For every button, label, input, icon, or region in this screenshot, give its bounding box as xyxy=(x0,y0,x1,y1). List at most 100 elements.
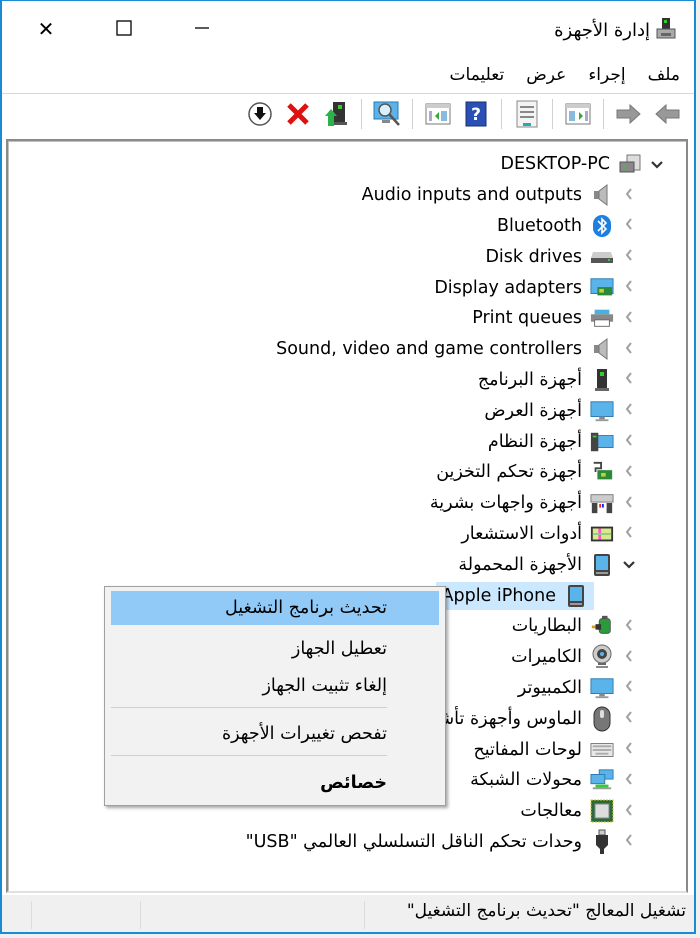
uninstall-device-button[interactable] xyxy=(282,98,314,130)
show-hide-console-tree-button[interactable] xyxy=(562,98,594,130)
disable-device-button[interactable] xyxy=(244,98,276,130)
tree-item-label: Disk drives xyxy=(485,246,582,267)
status-separator xyxy=(364,901,365,929)
window-title: إدارة الأجهزة xyxy=(554,17,676,44)
tree-item-label: أجهزة البرنامج xyxy=(477,369,582,390)
menu-view[interactable]: عرض xyxy=(526,65,566,85)
status-text: تشغيل المعالج "تحديث برنامج التشغيل" xyxy=(406,901,686,921)
menu-help[interactable]: تعليمات xyxy=(450,65,505,85)
toolbar-separator xyxy=(552,99,553,129)
tree-item[interactable]: Display adapters xyxy=(8,272,686,303)
chevron-left-icon[interactable] xyxy=(618,401,640,420)
tree-item-label: وحدات تحكم الناقل التسلسلي العالمي "USB" xyxy=(245,831,582,852)
close-button[interactable]: ✕ xyxy=(26,15,66,43)
context-menu-uninstall-device[interactable]: إلغاء تثبيت الجهاز xyxy=(105,669,445,703)
back-button[interactable] xyxy=(651,98,683,130)
update-driver-button[interactable] xyxy=(320,98,352,130)
chevron-left-icon[interactable] xyxy=(618,709,640,728)
chevron-left-icon[interactable] xyxy=(618,617,640,636)
forward-button[interactable] xyxy=(613,98,645,130)
monitor-icon xyxy=(590,676,614,700)
toolbar-separator xyxy=(361,99,362,129)
tree-item[interactable]: وحدات تحكم الناقل التسلسلي العالمي "USB" xyxy=(8,827,686,858)
scan-hardware-button[interactable] xyxy=(371,98,403,130)
chevron-down-icon[interactable] xyxy=(618,555,640,574)
tree-item[interactable]: أدوات الاستشعار xyxy=(8,519,686,550)
tree-item[interactable]: الأجهزة المحمولة xyxy=(8,549,686,580)
tree-item[interactable]: Sound, video and game controllers xyxy=(8,334,686,365)
chevron-left-icon[interactable] xyxy=(618,524,640,543)
tree-item[interactable]: أجهزة العرض xyxy=(8,395,686,426)
tree-item[interactable]: Bluetooth xyxy=(8,211,686,242)
tree-item-label: الكمبيوتر xyxy=(517,677,582,698)
chevron-left-icon[interactable] xyxy=(618,186,640,205)
chevron-left-icon[interactable] xyxy=(618,463,640,482)
tree-item[interactable]: أجهزة تحكم التخزين xyxy=(8,457,686,488)
context-menu-properties[interactable]: خصائص xyxy=(105,766,445,800)
hid-icon xyxy=(590,491,614,515)
toolbar-separator xyxy=(603,99,604,129)
tree-item[interactable]: أجهزة واجهات بشرية xyxy=(8,488,686,519)
tree-item-label: Bluetooth xyxy=(497,215,582,236)
maximize-icon xyxy=(116,17,132,41)
usb-icon xyxy=(590,829,614,854)
speaker-icon xyxy=(590,183,614,207)
chevron-left-icon[interactable] xyxy=(618,309,640,328)
chevron-left-icon[interactable] xyxy=(618,740,640,759)
chevron-left-icon[interactable] xyxy=(618,216,640,235)
context-menu-separator xyxy=(111,707,387,708)
chevron-left-icon[interactable] xyxy=(618,494,640,513)
tree-item[interactable]: Disk drives xyxy=(8,241,686,272)
context-menu-scan-hardware[interactable]: تفحص تغييرات الأجهزة xyxy=(105,717,445,751)
help-button[interactable]: ? xyxy=(460,98,492,130)
menu-bar: ملف إجراء عرض تعليمات xyxy=(2,57,694,94)
tree-item[interactable]: Audio inputs and outputs xyxy=(8,180,686,211)
chevron-left-icon[interactable] xyxy=(618,648,640,667)
chevron-left-icon[interactable] xyxy=(618,247,640,266)
context-menu-disable-device[interactable]: تعطيل الجهاز xyxy=(105,632,445,666)
keyboard-icon xyxy=(590,738,614,762)
tree-item-label: Print queues xyxy=(472,308,582,329)
disk-drive-icon xyxy=(590,245,614,269)
minimize-button[interactable] xyxy=(182,15,222,43)
tree-item-label: أجهزة النظام xyxy=(487,431,582,452)
toolbar-separator xyxy=(501,99,502,129)
chevron-left-icon[interactable] xyxy=(618,678,640,697)
properties-button[interactable] xyxy=(511,98,543,130)
mouse-icon xyxy=(590,706,614,732)
forward-arrow-icon xyxy=(616,103,641,125)
network-adapter-icon xyxy=(590,768,614,792)
tree-item-label: Audio inputs and outputs xyxy=(361,185,582,206)
update-driver-icon xyxy=(325,102,347,126)
title-bar: إدارة الأجهزة ✕ xyxy=(2,1,694,57)
maximize-button[interactable] xyxy=(104,15,144,43)
menu-file[interactable]: ملف xyxy=(648,65,680,85)
storage-controller-icon xyxy=(590,460,614,484)
tree-item[interactable]: أجهزة البرنامج xyxy=(8,365,686,396)
chevron-left-icon[interactable] xyxy=(618,802,640,821)
tree-item[interactable]: أجهزة النظام xyxy=(8,426,686,457)
chevron-left-icon[interactable] xyxy=(618,278,640,297)
tree-item-label: أجهزة تحكم التخزين xyxy=(436,462,582,483)
chevron-left-icon[interactable] xyxy=(618,370,640,389)
tree-item[interactable]: Print queues xyxy=(8,303,686,334)
chevron-left-icon[interactable] xyxy=(618,340,640,359)
battery-icon xyxy=(590,614,614,638)
camera-icon xyxy=(590,644,614,669)
tree-item-label: Display adapters xyxy=(434,277,582,298)
bluetooth-icon xyxy=(590,214,614,238)
show-action-pane-button[interactable] xyxy=(422,98,454,130)
context-menu-update-driver[interactable]: تحديث برنامج التشغيل xyxy=(111,591,439,625)
tree-root-desktop-pc[interactable]: DESKTOP-PC xyxy=(8,149,686,180)
toolbar-separator xyxy=(412,99,413,129)
computer-icon xyxy=(618,152,642,176)
chevron-left-icon[interactable] xyxy=(618,771,640,790)
chevron-down-icon[interactable] xyxy=(646,155,668,174)
context-menu-separator xyxy=(111,755,387,756)
tree-item-label: محولات الشبكة xyxy=(470,770,582,791)
chevron-left-icon[interactable] xyxy=(618,432,640,451)
menu-action[interactable]: إجراء xyxy=(588,65,625,85)
console-tree-icon xyxy=(565,103,591,125)
chevron-left-icon[interactable] xyxy=(618,832,640,851)
tree-item-label: Sound, video and game controllers xyxy=(276,339,582,360)
